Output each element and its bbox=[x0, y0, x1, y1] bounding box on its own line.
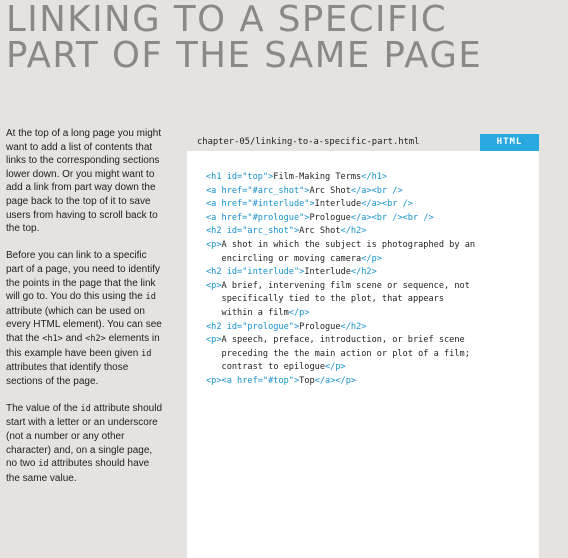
code-text-token: A shot in which the subject is photograp… bbox=[221, 239, 476, 250]
code-tag-token: </h2> bbox=[350, 267, 377, 278]
inline-code: id bbox=[145, 292, 156, 303]
code-example-panel: chapter-05/linking-to-a-specific-part.ht… bbox=[187, 134, 539, 558]
code-tag-token: <a href="#interlude"> bbox=[206, 199, 315, 210]
code-text-token: encircling or moving camera bbox=[206, 253, 362, 264]
code-text-token: Prologue bbox=[309, 212, 351, 223]
code-tag-token: </h2> bbox=[340, 321, 367, 332]
code-line: <p>A shot in which the subject is photog… bbox=[206, 239, 539, 253]
code-tag-token: <p> bbox=[206, 239, 222, 250]
code-tag-token: <p><a href="#top"> bbox=[206, 375, 300, 386]
code-line: <a href="#interlude">Interlude</a><br /> bbox=[206, 198, 539, 212]
code-text-token: A brief, intervening film scene or seque… bbox=[221, 280, 470, 291]
paragraph-intro: At the top of a long page you might want… bbox=[6, 128, 162, 235]
code-tag-token: </h1> bbox=[361, 172, 388, 182]
code-line: <a href="#arc_shot">Arc Shot</a><br /> bbox=[206, 185, 539, 199]
code-text-token: Film-Making Terms bbox=[273, 172, 362, 182]
code-line: <h2 id="arc_shot">Arc Shot</h2> bbox=[206, 225, 539, 239]
code-line: <h2 id="prologue">Prologue</h2> bbox=[206, 321, 539, 335]
code-tag-token: <h1 id="top"> bbox=[206, 172, 274, 182]
code-tag-token: <h2 id="prologue"> bbox=[206, 321, 300, 332]
code-tag-token: </a><br /> bbox=[350, 185, 403, 196]
text-span: The value of the bbox=[6, 402, 81, 414]
inline-code: <h1> bbox=[42, 333, 63, 344]
text-span: attributes that identify those sections … bbox=[6, 362, 129, 387]
inline-code: <h2> bbox=[85, 333, 106, 344]
code-text-token: within a film bbox=[206, 307, 289, 318]
code-text-token: Interlude bbox=[304, 267, 351, 278]
code-tag-token: <p> bbox=[206, 335, 222, 346]
code-text-token: contrast to epilogue bbox=[206, 362, 325, 373]
code-tag-token: </a></p> bbox=[314, 375, 357, 386]
code-line: <p>A brief, intervening film scene or se… bbox=[206, 280, 539, 294]
code-tag-token: <h2 id="interlude"> bbox=[206, 267, 305, 278]
code-line: <p>A speech, preface, introduction, or b… bbox=[206, 334, 539, 348]
inline-code: id bbox=[141, 348, 152, 359]
code-line: preceding the the main action or plot of… bbox=[206, 348, 539, 362]
code-line: within a film</p> bbox=[206, 307, 539, 321]
code-text-token: Top bbox=[299, 375, 315, 386]
code-text-token: Arc Shot bbox=[309, 185, 351, 196]
code-tag-token: </p> bbox=[288, 307, 310, 318]
code-line: <a href="#prologue">Prologue</a><br /><b… bbox=[206, 212, 539, 226]
page-title-line-1: LINKING TO A SPECIFIC bbox=[6, 0, 448, 40]
code-text-token: Prologue bbox=[299, 321, 341, 332]
code-line: specifically tied to the plot, that appe… bbox=[206, 293, 539, 307]
code-filename: chapter-05/linking-to-a-specific-part.ht… bbox=[197, 137, 420, 147]
code-line: <h1 id="top">Film-Making Terms</h1> bbox=[206, 171, 539, 185]
code-tag-token: <a href="#prologue"> bbox=[206, 212, 310, 223]
code-header: chapter-05/linking-to-a-specific-part.ht… bbox=[187, 134, 539, 151]
code-tag-token: <h2 id="arc_shot"> bbox=[206, 226, 300, 237]
code-tag-token: </p> bbox=[325, 362, 346, 373]
code-text-token: A speech, preface, introduction, or brie… bbox=[221, 335, 465, 346]
code-tag-token: </h2> bbox=[340, 226, 367, 237]
page-title-line-2: PART OF THE SAME PAGE bbox=[6, 35, 483, 76]
page-title: LINKING TO A SPECIFIC PART OF THE SAME P… bbox=[6, 2, 482, 74]
code-listing: <h1 id="top">Film-Making Terms</h1> <a hr… bbox=[187, 151, 539, 389]
inline-code: id bbox=[80, 403, 91, 414]
code-text-token: Arc Shot bbox=[299, 226, 341, 237]
code-tag-token: </a><br /><br /> bbox=[350, 212, 434, 223]
code-line: contrast to epilogue</p> bbox=[206, 361, 539, 375]
language-badge: HTML bbox=[480, 134, 539, 151]
code-text-token: preceding the the main action or plot of… bbox=[206, 348, 470, 359]
text-span: and bbox=[62, 332, 86, 344]
code-tag-token: </a><br /> bbox=[361, 199, 413, 210]
code-tag-token: <a href="#arc_shot"> bbox=[206, 185, 310, 196]
code-text-token: specifically tied to the plot, that appe… bbox=[206, 294, 444, 305]
code-line: <h2 id="interlude">Interlude</h2> bbox=[206, 266, 539, 280]
code-tag-token: </p> bbox=[361, 253, 382, 264]
code-text-token: Interlude bbox=[314, 199, 362, 210]
paragraph-id-attribute: Before you can link to a specific part o… bbox=[6, 249, 164, 388]
body-text: At the top of a long page you might want… bbox=[6, 127, 164, 499]
code-line: <p><a href="#top">Top</a></p> bbox=[206, 375, 539, 389]
text-span: Before you can link to a specific part o… bbox=[6, 250, 160, 303]
code-tag-token: <p> bbox=[206, 280, 222, 291]
paragraph-id-value-rules: The value of the id attribute should sta… bbox=[6, 402, 164, 486]
code-line: encircling or moving camera</p> bbox=[206, 253, 539, 267]
inline-code: id bbox=[38, 459, 49, 470]
